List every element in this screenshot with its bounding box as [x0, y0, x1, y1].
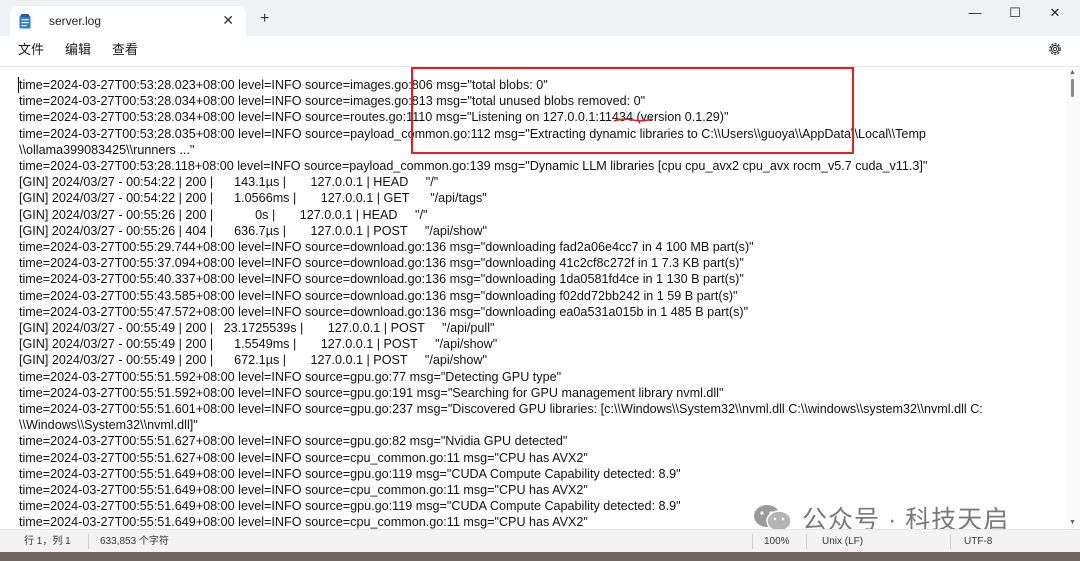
notepad-file-icon [19, 13, 31, 28]
zoom-level[interactable]: 100% [764, 536, 790, 548]
log-line: time=2024-03-27T00:55:47.572+08:00 level… [19, 304, 749, 319]
log-line: time=2024-03-27T00:55:37.094+08:00 level… [19, 256, 744, 271]
status-divider [806, 534, 807, 549]
log-line: time=2024-03-27T00:55:51.649+08:00 level… [19, 483, 588, 497]
menu-view[interactable]: 查看 [112, 42, 138, 58]
vertical-scrollbar[interactable]: ▲ ▼ [1066, 67, 1080, 529]
log-line: time=2024-03-27T00:55:51.592+08:00 level… [19, 369, 562, 384]
log-line: time=2024-03-27T00:55:51.649+08:00 level… [19, 499, 681, 514]
status-bar: 行 1，列 1 633,853 个字符 100% Unix (LF) UTF-8 [0, 529, 1080, 552]
menu-edit[interactable]: 编辑 [65, 42, 91, 58]
title-bar: server.log ✕ + — ☐ ✕ [0, 0, 1080, 36]
log-line: time=2024-03-27T00:55:43.585+08:00 level… [19, 288, 738, 303]
status-divider [88, 534, 89, 549]
menu-bar: 文件 编辑 查看 [0, 36, 1080, 67]
tab-server-log[interactable]: server.log ✕ [10, 6, 246, 36]
log-line: [GIN] 2024/03/27 - 00:55:49 | 200 | 23.1… [19, 321, 495, 335]
log-line: [GIN] 2024/03/27 - 00:55:26 | 200 | 0s |… [19, 207, 428, 222]
log-line: time=2024-03-27T00:55:51.627+08:00 level… [19, 450, 588, 465]
menu-file[interactable]: 文件 [18, 42, 44, 58]
log-line: time=2024-03-27T00:53:28.118+08:00 level… [19, 159, 928, 173]
status-divider [950, 534, 951, 549]
log-line: time=2024-03-27T00:53:28.023+08:00 level… [19, 78, 548, 92]
log-line: time=2024-03-27T00:53:28.035+08:00 level… [19, 126, 926, 141]
log-line: time=2024-03-27T00:55:51.649+08:00 level… [19, 466, 681, 481]
status-divider [752, 534, 753, 549]
log-line: [GIN] 2024/03/27 - 00:55:49 | 200 | 1.55… [19, 337, 498, 352]
log-line: time=2024-03-27T00:55:51.649+08:00 level… [19, 515, 588, 529]
character-count: 633,853 个字符 [100, 536, 169, 547]
gear-icon[interactable] [1047, 41, 1063, 57]
minimize-button[interactable]: — [960, 6, 990, 20]
log-line: \\Windows\\System32\\nvml.dll]" [19, 418, 198, 433]
log-line: time=2024-03-27T00:55:51.627+08:00 level… [19, 434, 568, 449]
notepad-window: server.log ✕ + — ☐ ✕ 文件 编辑 查看 time=2024-… [0, 0, 1080, 552]
log-line: time=2024-03-27T00:55:29.744+08:00 level… [19, 240, 754, 254]
log-line: [GIN] 2024/03/27 - 00:55:26 | 404 | 636.… [19, 223, 487, 238]
scroll-up-icon[interactable]: ▲ [1069, 69, 1076, 76]
log-line: time=2024-03-27T00:55:51.592+08:00 level… [19, 385, 724, 400]
log-line: [GIN] 2024/03/27 - 00:55:49 | 200 | 672.… [19, 353, 487, 368]
log-line: [GIN] 2024/03/27 - 00:54:22 | 200 | 1.05… [19, 191, 487, 206]
cursor-position: 行 1，列 1 [24, 536, 71, 547]
log-line: time=2024-03-27T00:55:40.337+08:00 level… [19, 272, 744, 287]
tab-title: server.log [49, 14, 102, 28]
text-editor[interactable]: time=2024-03-27T00:53:28.023+08:00 level… [0, 67, 1066, 529]
log-line: [GIN] 2024/03/27 - 00:54:22 | 200 | 143.… [19, 175, 439, 190]
line-ending[interactable]: Unix (LF) [822, 536, 863, 548]
log-line: time=2024-03-27T00:53:28.034+08:00 level… [19, 110, 729, 125]
maximize-button[interactable]: ☐ [1000, 6, 1030, 20]
tab-close-icon[interactable]: ✕ [222, 13, 234, 27]
scroll-down-icon[interactable]: ▼ [1069, 519, 1076, 526]
new-tab-button[interactable]: + [260, 11, 269, 27]
encoding[interactable]: UTF-8 [964, 536, 992, 548]
log-line: time=2024-03-27T00:55:51.601+08:00 level… [19, 402, 983, 416]
close-button[interactable]: ✕ [1040, 6, 1070, 20]
scroll-thumb[interactable] [1071, 79, 1074, 97]
log-line: \\ollama399083425\\runners ..." [19, 142, 195, 157]
log-line: time=2024-03-27T00:53:28.034+08:00 level… [19, 94, 646, 109]
